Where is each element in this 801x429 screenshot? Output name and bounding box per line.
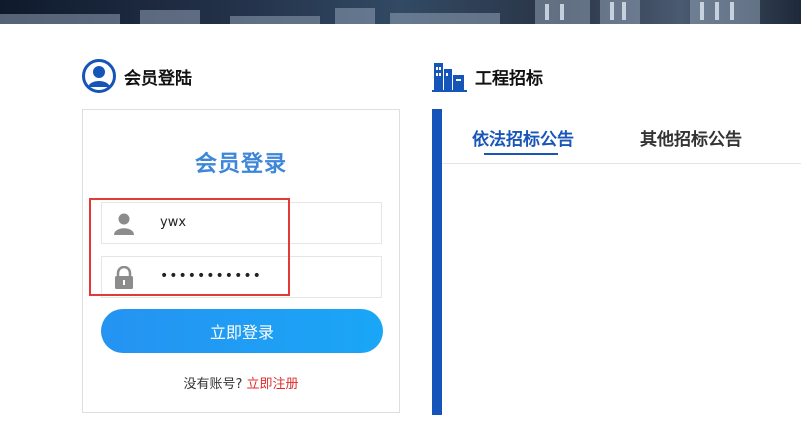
register-link[interactable]: 立即注册 bbox=[247, 377, 299, 392]
user-circle-icon bbox=[82, 59, 116, 93]
login-form: 会员登录 ywx ••••••••••• 立即登录 没有账号? 立即注册 bbox=[82, 109, 400, 413]
user-icon bbox=[114, 213, 134, 235]
member-section-header: 会员登陆 bbox=[82, 59, 192, 93]
bid-tabs: 依法招标公告 其他招标公告 bbox=[442, 109, 801, 164]
login-button[interactable]: 立即登录 bbox=[101, 309, 383, 353]
active-tab-indicator bbox=[484, 153, 558, 155]
bid-section-header: 工程招标 bbox=[432, 60, 543, 92]
username-value[interactable]: ywx bbox=[160, 215, 186, 230]
tab-legal-bid-notice[interactable]: 依法招标公告 bbox=[472, 125, 574, 150]
bid-panel: 依法招标公告 其他招标公告 bbox=[432, 109, 801, 415]
bid-section-title: 工程招标 bbox=[475, 68, 543, 89]
buildings-icon bbox=[432, 63, 467, 92]
banner-image bbox=[0, 0, 801, 24]
tab-other-bid-notice[interactable]: 其他招标公告 bbox=[640, 125, 742, 150]
no-account-text: 没有账号? bbox=[183, 377, 243, 392]
register-prompt: 没有账号? 立即注册 bbox=[83, 373, 399, 392]
member-section-title: 会员登陆 bbox=[124, 68, 192, 89]
login-heading: 会员登录 bbox=[194, 152, 287, 177]
lock-icon bbox=[115, 266, 133, 289]
password-field[interactable]: ••••••••••• bbox=[101, 256, 382, 298]
username-field[interactable]: ywx bbox=[101, 202, 382, 244]
password-value[interactable]: ••••••••••• bbox=[160, 268, 262, 284]
bid-list bbox=[442, 164, 801, 415]
